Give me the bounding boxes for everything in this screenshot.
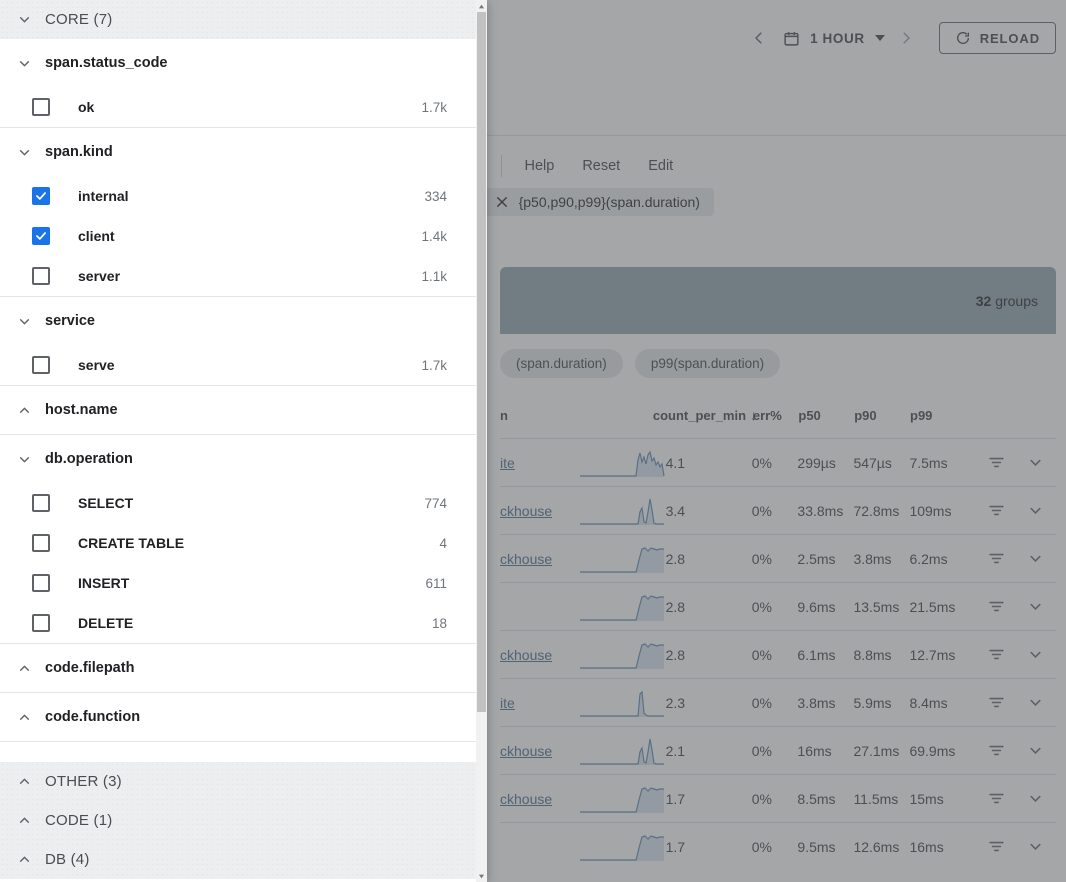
section-header[interactable]: CODE (1) bbox=[0, 801, 477, 840]
facet-value-row[interactable]: server 1.1k bbox=[0, 256, 477, 296]
facet-value-row[interactable]: DELETE 18 bbox=[0, 603, 477, 643]
facet-value-label: INSERT bbox=[78, 575, 130, 591]
facet-filter-panel: CORE (7) span.status_codeok 1.7k span.kind… bbox=[0, 0, 487, 882]
facet-value-row[interactable]: serve 1.7k bbox=[0, 345, 477, 385]
chevron-up-icon bbox=[16, 773, 33, 790]
facet-value-count: 774 bbox=[424, 495, 447, 511]
facet-value-row[interactable]: CREATE TABLE 4 bbox=[0, 523, 477, 563]
facet-value-label: ok bbox=[78, 99, 95, 115]
facet-value-row[interactable]: ok 1.7k bbox=[0, 87, 477, 127]
scrollbar-thumb[interactable] bbox=[477, 12, 486, 712]
facet-value-label: server bbox=[78, 268, 121, 284]
chevron-down-icon bbox=[16, 451, 33, 468]
facet-group-name: db.operation bbox=[45, 451, 133, 467]
facet-checkbox[interactable] bbox=[32, 356, 50, 374]
section-header-core-label: CORE (7) bbox=[45, 11, 113, 28]
facet-value-label: internal bbox=[78, 188, 129, 204]
facet-group: span.kind internal 334 client 1.4k server 1.1k bbox=[0, 128, 477, 297]
facet-checkbox[interactable] bbox=[32, 534, 50, 552]
section-header[interactable]: OTHER (3) bbox=[0, 762, 477, 801]
facet-value-count: 334 bbox=[424, 188, 447, 204]
facet-value-label: SELECT bbox=[78, 495, 134, 511]
facet-group-name: host.name bbox=[45, 402, 118, 418]
facet-value-row[interactable]: internal 334 bbox=[0, 176, 477, 216]
facet-group-name: service bbox=[45, 313, 95, 329]
facet-checkbox[interactable] bbox=[32, 227, 50, 245]
facet-value-count: 611 bbox=[425, 575, 447, 591]
scroll-up-arrow-icon[interactable] bbox=[476, 0, 487, 12]
facet-group-name: span.kind bbox=[45, 144, 113, 160]
chevron-down-icon bbox=[16, 55, 33, 72]
facet-panel-spacer bbox=[0, 742, 477, 762]
facet-value-row[interactable]: INSERT 611 bbox=[0, 563, 477, 603]
chevron-up-icon bbox=[16, 851, 33, 868]
facet-value-label: serve bbox=[78, 357, 115, 373]
chevron-down-icon bbox=[16, 144, 33, 161]
facet-group-name: code.filepath bbox=[45, 660, 135, 676]
chevron-up-icon bbox=[16, 812, 33, 829]
facet-group-header[interactable]: db.operation bbox=[0, 435, 477, 483]
facet-value-count: 1.1k bbox=[421, 268, 447, 284]
facet-group-header[interactable]: code.filepath bbox=[0, 644, 477, 692]
facet-group: host.name bbox=[0, 386, 477, 435]
check-icon bbox=[36, 232, 46, 240]
section-header-core[interactable]: CORE (7) bbox=[0, 0, 477, 39]
facet-group-name: span.status_code bbox=[45, 55, 168, 71]
facet-group: code.function bbox=[0, 693, 477, 742]
app-root: 1 HOUR RELOAD up by Help Reset Edit bbox=[0, 0, 1066, 882]
facet-group-header[interactable]: service bbox=[0, 297, 477, 345]
chevron-down-icon bbox=[16, 11, 33, 28]
facet-group: code.filepath bbox=[0, 644, 477, 693]
check-icon bbox=[36, 192, 46, 200]
facet-value-label: CREATE TABLE bbox=[78, 535, 185, 551]
facet-value-row[interactable]: SELECT 774 bbox=[0, 483, 477, 523]
facet-group: span.status_codeok 1.7k bbox=[0, 39, 477, 128]
collapsed-sections: OTHER (3) CODE (1) DB (4) bbox=[0, 762, 477, 879]
facet-value-label: client bbox=[78, 228, 115, 244]
section-header-label: OTHER (3) bbox=[45, 773, 122, 790]
facet-group-header[interactable]: span.status_code bbox=[0, 39, 477, 87]
facet-value-count: 1.7k bbox=[421, 99, 447, 115]
facet-value-count: 4 bbox=[439, 535, 447, 551]
facet-group: db.operation SELECT 774 CREATE TABLE 4 INSERT… bbox=[0, 435, 477, 644]
facet-value-row[interactable]: client 1.4k bbox=[0, 216, 477, 256]
facet-checkbox[interactable] bbox=[32, 574, 50, 592]
facet-group-header[interactable]: code.function bbox=[0, 693, 477, 741]
chevron-up-icon bbox=[16, 402, 33, 419]
facet-checkbox[interactable] bbox=[32, 614, 50, 632]
facet-value-count: 18 bbox=[431, 615, 447, 631]
scroll-down-arrow-icon[interactable] bbox=[476, 870, 487, 882]
chevron-up-icon bbox=[16, 660, 33, 677]
facet-group-header[interactable]: host.name bbox=[0, 386, 477, 434]
facet-scroll-area: CORE (7) span.status_codeok 1.7k span.kind… bbox=[0, 0, 477, 882]
facet-group-name: code.function bbox=[45, 709, 141, 725]
facet-checkbox[interactable] bbox=[32, 187, 50, 205]
facet-panel-scrollbar[interactable] bbox=[476, 0, 487, 882]
facet-checkbox[interactable] bbox=[32, 494, 50, 512]
section-header-label: CODE (1) bbox=[45, 812, 113, 829]
facet-value-count: 1.4k bbox=[421, 228, 447, 244]
facet-value-label: DELETE bbox=[78, 615, 134, 631]
chevron-down-icon bbox=[16, 313, 33, 330]
chevron-up-icon bbox=[16, 709, 33, 726]
facet-checkbox[interactable] bbox=[32, 267, 50, 285]
facet-value-count: 1.7k bbox=[421, 357, 447, 373]
facet-group: service serve 1.7k bbox=[0, 297, 477, 386]
facet-checkbox[interactable] bbox=[32, 98, 50, 116]
section-header[interactable]: DB (4) bbox=[0, 840, 477, 879]
facet-group-header[interactable]: span.kind bbox=[0, 128, 477, 176]
section-header-label: DB (4) bbox=[45, 851, 90, 868]
facet-groups-container: span.status_codeok 1.7k span.kind internal 3… bbox=[0, 39, 477, 742]
